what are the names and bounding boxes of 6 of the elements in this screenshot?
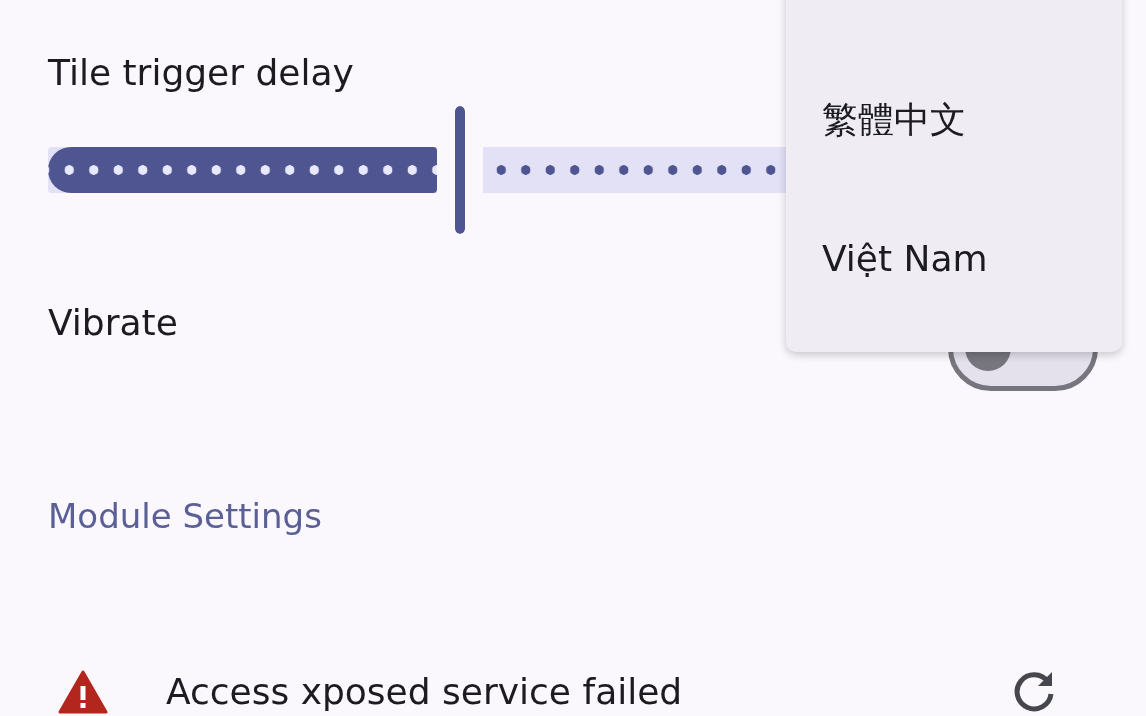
setting-title: Vibrate bbox=[48, 301, 178, 345]
language-option[interactable]: 繁體中文 bbox=[786, 51, 1122, 189]
setting-title: Tile trigger delay bbox=[48, 51, 354, 95]
section-header: Module Settings bbox=[48, 495, 322, 538]
language-option[interactable]: Việt Nam bbox=[786, 189, 1122, 327]
status-message: Access xposed service failed bbox=[166, 671, 684, 713]
